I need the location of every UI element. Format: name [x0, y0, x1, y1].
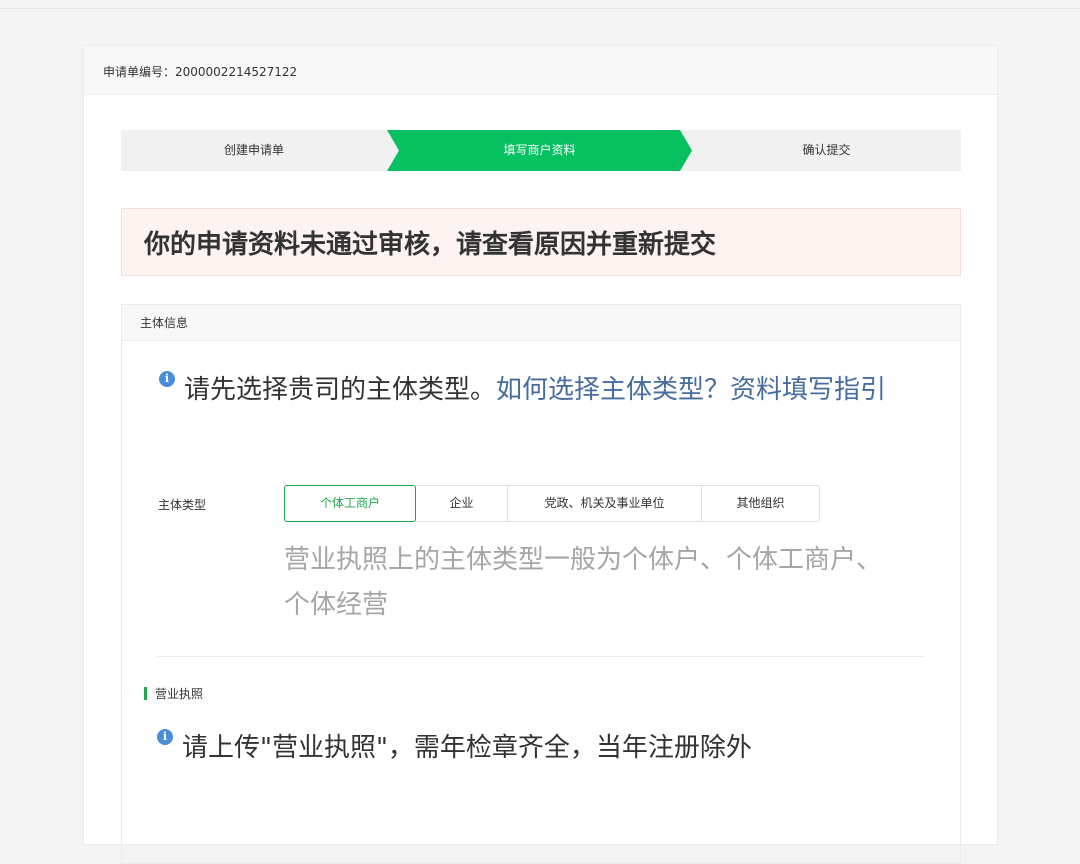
application-number: 申请单编号：2000002214527122	[84, 46, 997, 95]
entity-type-tip-text: 请先选择贵司的主体类型。	[184, 375, 497, 405]
guide-link[interactable]: 如何选择主体类型？资料填写指引	[496, 375, 886, 405]
business-license-heading: 营业执照	[144, 685, 203, 702]
entity-type-label: 主体类型	[158, 498, 207, 512]
heading-accent-bar	[144, 687, 147, 700]
step-fill-info: 填写商户资料	[387, 130, 692, 171]
step-confirm: 确认提交	[802, 143, 851, 157]
progress-steps: 创建申请单 填写商户资料 确认提交	[121, 130, 961, 171]
info-icon: i	[159, 371, 175, 387]
license-upload-tip: 请上传"营业执照"，需年检章齐全，当年注册除外	[182, 733, 752, 763]
info-icon: i	[157, 729, 173, 745]
business-license-title: 营业执照	[155, 687, 204, 701]
entity-type-hint: 营业执照上的主体类型一般为个体户、个体工商户、个体经营	[284, 545, 883, 620]
section-title: 主体信息	[122, 305, 960, 341]
entity-type-selector: 个体工商户 企业 党政、机关及事业单位 其他组织	[284, 485, 820, 522]
section-divider	[157, 656, 924, 657]
step-create: 创建申请单	[223, 143, 284, 157]
entity-info-section: 主体信息 i 请先选择贵司的主体类型。如何选择主体类型？资料填写指引 主体类型 …	[121, 304, 961, 864]
type-option-enterprise[interactable]: 企业	[415, 485, 508, 522]
step-fill-info-label: 填写商户资料	[503, 143, 576, 157]
rejection-alert: 你的申请资料未通过审核，请查看原因并重新提交	[121, 208, 961, 276]
entity-type-tip: 请先选择贵司的主体类型。如何选择主体类型？资料填写指引	[184, 368, 924, 412]
application-panel: 申请单编号：2000002214527122 创建申请单 填写商户资料 确认提交…	[83, 45, 998, 864]
top-divider	[0, 8, 1080, 9]
type-option-government[interactable]: 党政、机关及事业单位	[507, 485, 702, 522]
type-option-other[interactable]: 其他组织	[701, 485, 820, 522]
type-option-individual[interactable]: 个体工商户	[284, 485, 416, 522]
